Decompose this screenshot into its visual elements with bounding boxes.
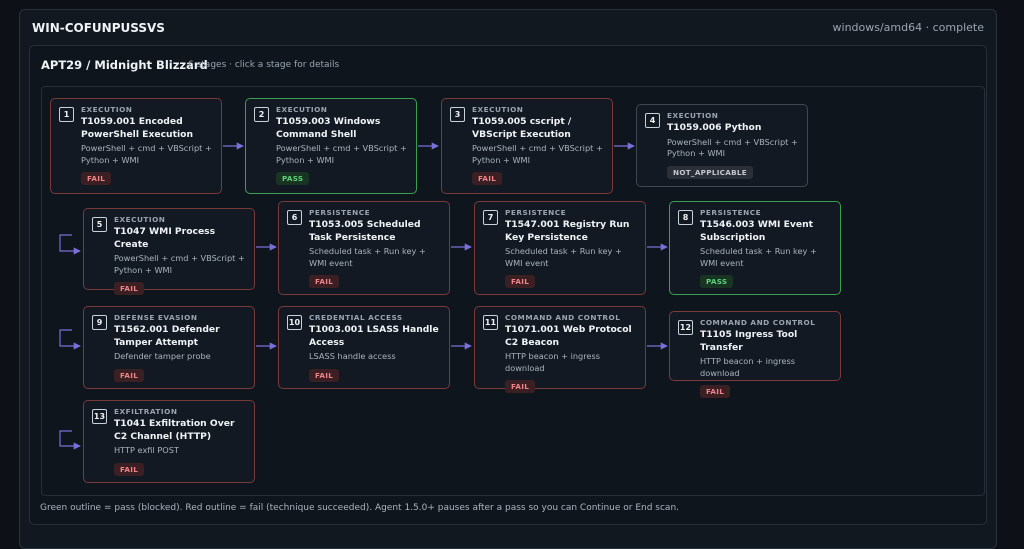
stage-card-10[interactable]: 10 CREDENTIAL ACCESS T1003.001 LSASS Han…: [278, 306, 450, 389]
stage-category: COMMAND AND CONTROL: [505, 313, 621, 322]
stage-category: EXECUTION: [276, 105, 328, 114]
stage-description: Scheduled task + Run key + WMI event: [700, 246, 817, 268]
stage-card-5[interactable]: 5 EXECUTION T1047 WMI Process Create Pow…: [83, 208, 255, 295]
stage-number: 12: [678, 320, 693, 335]
stage-technique: T1562.001 Defender Tamper Attempt: [114, 324, 220, 348]
stage-technique: T1041 Exfiltration Over C2 Channel (HTTP…: [114, 418, 235, 442]
stage-category: EXFILTRATION: [114, 407, 178, 416]
stage-number: 4: [645, 113, 660, 128]
status-badge: FAIL: [114, 462, 145, 476]
stage-card-12[interactable]: 12 COMMAND AND CONTROL T1105 Ingress Too…: [669, 311, 841, 398]
stage-category: CREDENTIAL ACCESS: [309, 313, 403, 322]
status-badge: FAIL: [81, 172, 112, 185]
status-badge: FAIL: [505, 275, 536, 288]
stage-card-6[interactable]: 6 PERSISTENCE T1053.005 Scheduled Task P…: [278, 201, 450, 295]
stage-technique: T1047 WMI Process Create: [114, 226, 216, 250]
stage-description: PowerShell + cmd + VBScript + Python + W…: [472, 143, 603, 165]
stage-category: PERSISTENCE: [309, 208, 371, 217]
stage-category: DEFENSE EVASION: [114, 313, 198, 322]
status-badge: FAIL: [472, 172, 503, 185]
legend-note: Green outline = pass (blocked). Red outl…: [40, 503, 680, 513]
stage-description: HTTP beacon + ingress download: [700, 356, 795, 378]
stage-number: 11: [483, 315, 498, 330]
status-badge: PASS: [700, 275, 734, 288]
stage-number: 5: [92, 217, 107, 232]
stage-number: 8: [678, 210, 693, 225]
stage-technique: T1059.006 Python: [667, 122, 762, 133]
stage-number: 13: [92, 409, 107, 424]
stage-description: PowerShell + cmd + VBScript + Python + W…: [114, 253, 245, 275]
status-badge: FAIL: [505, 380, 536, 393]
stage-card-1[interactable]: 1 EXECUTION T1059.001 Encoded PowerShell…: [50, 98, 222, 194]
stage-number: 10: [287, 315, 302, 330]
stage-card-9[interactable]: 9 DEFENSE EVASION T1562.001 Defender Tam…: [83, 306, 255, 389]
stage-card-2[interactable]: 2 EXECUTION T1059.003 Windows Command Sh…: [245, 98, 417, 194]
stage-number: 2: [254, 107, 269, 122]
stage-category: PERSISTENCE: [505, 208, 567, 217]
stage-card-8[interactable]: 8 PERSISTENCE T1546.003 WMI Event Subscr…: [669, 201, 841, 295]
stage-number: 7: [483, 210, 498, 225]
stage-number: 6: [287, 210, 302, 225]
stage-category: COMMAND AND CONTROL: [700, 318, 816, 327]
status-badge: FAIL: [114, 368, 145, 382]
stage-number: 9: [92, 315, 107, 330]
stage-description: PowerShell + cmd + VBScript + Python + W…: [81, 143, 212, 165]
stage-description: HTTP beacon + ingress download: [505, 351, 600, 373]
stage-description: Scheduled task + Run key + WMI event: [505, 246, 622, 268]
stage-technique: T1059.003 Windows Command Shell: [276, 116, 381, 140]
stage-card-7[interactable]: 7 PERSISTENCE T1547.001 Registry Run Key…: [474, 201, 646, 295]
stage-number: 1: [59, 107, 74, 122]
status-badge: FAIL: [309, 275, 340, 288]
status-badge: FAIL: [309, 368, 340, 382]
stage-technique: T1003.001 LSASS Handle Access: [309, 324, 439, 348]
stage-technique: T1546.003 WMI Event Subscription: [700, 219, 814, 243]
stage-category: EXECUTION: [472, 105, 524, 114]
stage-technique: T1059.005 cscript / VBScript Execution: [472, 116, 572, 140]
stage-technique: T1547.001 Registry Run Key Persistence: [505, 219, 630, 243]
status-badge: FAIL: [700, 385, 731, 398]
stage-card-3[interactable]: 3 EXECUTION T1059.005 cscript / VBScript…: [441, 98, 613, 194]
stage-technique: T1059.001 Encoded PowerShell Execution: [81, 116, 193, 140]
stage-technique: T1053.005 Scheduled Task Persistence: [309, 219, 421, 243]
stage-card-4[interactable]: 4 EXECUTION T1059.006 Python PowerShell …: [636, 104, 808, 187]
stage-description: PowerShell + cmd + VBScript + Python + W…: [276, 143, 407, 165]
stage-category: EXECUTION: [114, 215, 166, 224]
stage-category: EXECUTION: [81, 105, 133, 114]
stage-technique: T1071.001 Web Protocol C2 Beacon: [505, 324, 632, 348]
status-badge: NOT_APPLICABLE: [667, 165, 753, 179]
stage-technique: T1105 Ingress Tool Transfer: [700, 329, 798, 353]
stage-number: 3: [450, 107, 465, 122]
status-badge: PASS: [276, 172, 310, 185]
stage-description: HTTP exfil POST: [114, 445, 179, 455]
stage-description: LSASS handle access: [309, 351, 396, 361]
stage-card-11[interactable]: 11 COMMAND AND CONTROL T1071.001 Web Pro…: [474, 306, 646, 393]
stage-category: PERSISTENCE: [700, 208, 762, 217]
stage-description: PowerShell + cmd + VBScript + Python + W…: [667, 136, 798, 159]
stage-category: EXECUTION: [667, 111, 719, 120]
stage-description: Defender tamper probe: [114, 351, 211, 361]
stage-description: Scheduled task + Run key + WMI event: [309, 246, 426, 268]
stage-card-13[interactable]: 13 EXFILTRATION T1041 Exfiltration Over …: [83, 400, 255, 483]
status-badge: FAIL: [114, 282, 145, 295]
